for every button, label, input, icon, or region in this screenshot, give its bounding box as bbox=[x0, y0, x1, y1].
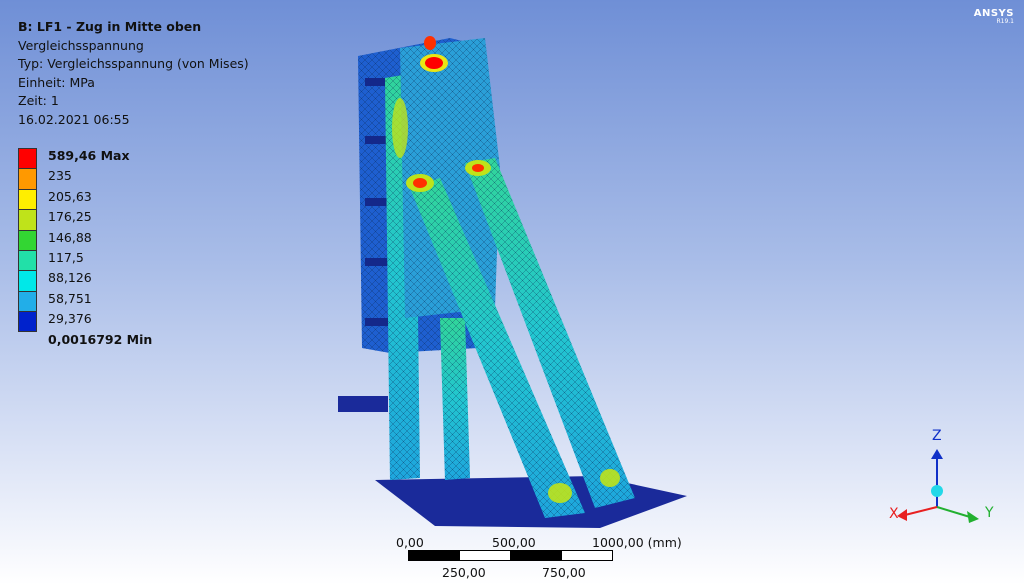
legend-min-label: 0,0016792 Min bbox=[48, 331, 153, 347]
side-handle bbox=[338, 396, 388, 412]
legend-swatch-3 bbox=[18, 188, 37, 210]
scale-segment bbox=[510, 550, 562, 561]
y-axis-label: Y bbox=[985, 505, 994, 521]
result-name: Vergleichsspannung bbox=[18, 37, 144, 53]
scale-bar: 0,00 500,00 1000,00 (mm) 250,00 750,00 bbox=[396, 535, 682, 580]
scale-label: 0,00 bbox=[396, 535, 424, 550]
scale-segment bbox=[561, 550, 613, 561]
legend-label: 205,63 bbox=[48, 188, 92, 204]
scale-label: 500,00 bbox=[492, 535, 536, 550]
z-axis-label: Z bbox=[932, 428, 942, 444]
triad-origin-sphere bbox=[931, 485, 943, 497]
result-unit: Einheit: MPa bbox=[18, 74, 95, 90]
scale-segment bbox=[459, 550, 511, 561]
z-axis-arrow bbox=[931, 449, 943, 459]
scale-label: 250,00 bbox=[442, 565, 486, 580]
legend-label: 29,376 bbox=[48, 311, 92, 327]
legend-swatch-7 bbox=[18, 270, 37, 291]
axis-triad[interactable]: Z X Y bbox=[885, 425, 1005, 539]
scale-label: 1000,00 (mm) bbox=[592, 535, 682, 550]
result-type: Typ: Vergleichsspannung (von Mises) bbox=[18, 56, 249, 71]
ansys-logo: ANSYS R19.1 bbox=[973, 8, 1014, 25]
result-time: Zeit: 1 bbox=[18, 93, 59, 108]
legend-label: 176,25 bbox=[48, 209, 92, 225]
legend-label: 235 bbox=[48, 168, 72, 184]
legend-swatch-9 bbox=[18, 311, 37, 332]
base-plate bbox=[375, 476, 687, 528]
legend-label: 88,126 bbox=[48, 270, 92, 286]
fea-model-view[interactable] bbox=[330, 18, 700, 528]
scale-label: 750,00 bbox=[542, 565, 586, 580]
result-header: B: LF1 - Zug in Mitte oben Vergleichsspa… bbox=[18, 18, 249, 129]
legend-swatch-6 bbox=[18, 249, 37, 271]
legend-swatch-8 bbox=[18, 290, 37, 312]
legend-label: 146,88 bbox=[48, 229, 92, 245]
analysis-title: B: LF1 - Zug in Mitte oben bbox=[18, 19, 202, 34]
legend-labels: 589,46 Max 235 205,63 176,25 146,88 117,… bbox=[48, 146, 152, 350]
scale-segment bbox=[408, 550, 460, 561]
legend-label: 58,751 bbox=[48, 290, 92, 306]
legend-label: 117,5 bbox=[48, 249, 84, 265]
legend-max-label: 589,46 Max bbox=[48, 148, 130, 163]
x-axis-label: X bbox=[889, 506, 899, 522]
legend-swatch-2 bbox=[18, 168, 37, 189]
legend-swatch-4 bbox=[18, 209, 37, 230]
legend-swatch-1 bbox=[18, 148, 37, 169]
y-axis-arrow bbox=[967, 511, 979, 523]
legend-swatch-5 bbox=[18, 229, 37, 250]
result-date: 16.02.2021 06:55 bbox=[18, 111, 130, 127]
legend-color-bar bbox=[18, 148, 37, 332]
